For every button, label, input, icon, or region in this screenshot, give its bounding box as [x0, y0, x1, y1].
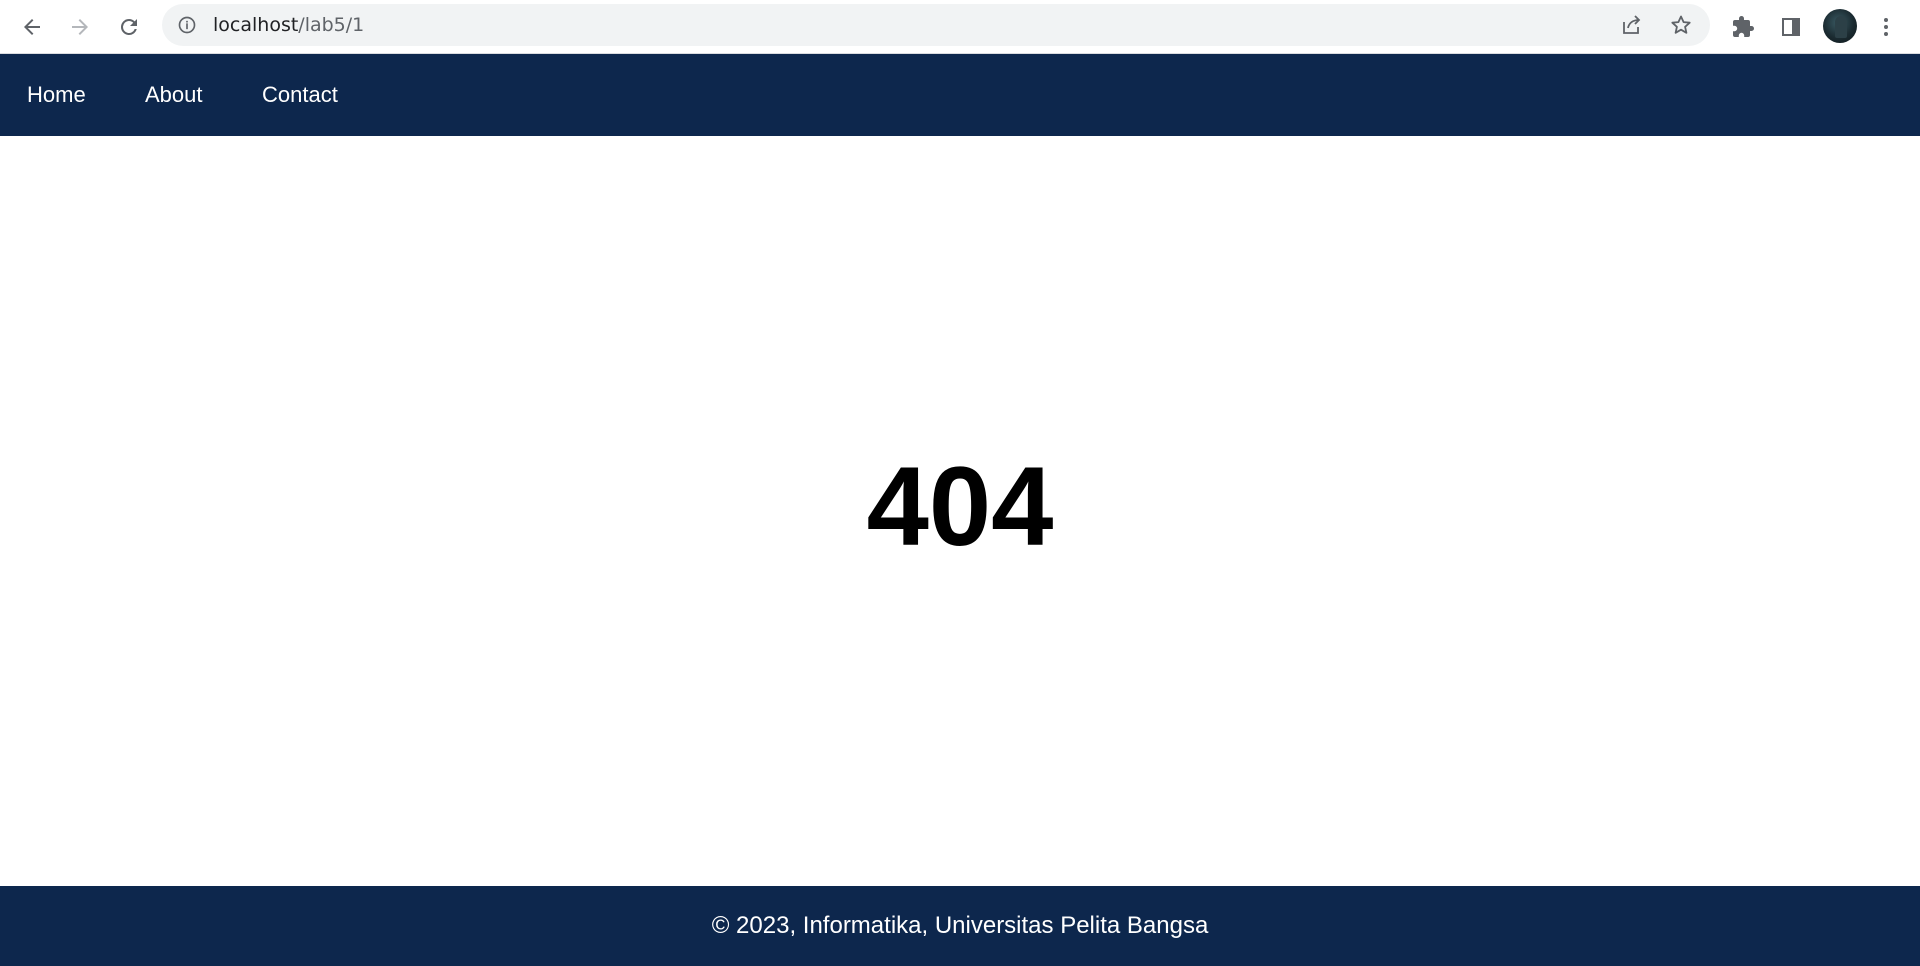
star-icon[interactable]	[1662, 6, 1700, 44]
site-footer: © 2023, Informatika, Universitas Pelita …	[0, 886, 1920, 966]
nav-contact-link[interactable]: Contact	[262, 54, 338, 136]
side-panel-icon	[1782, 18, 1800, 36]
footer-copyright: © 2023, Informatika, Universitas Pelita …	[711, 912, 1209, 939]
forward-button[interactable]	[60, 7, 100, 47]
url-path: /lab5/1	[298, 14, 365, 36]
avatar-figure	[1835, 16, 1847, 38]
reload-icon	[121, 18, 137, 35]
share-icon[interactable]	[1612, 6, 1650, 44]
side-panel-button[interactable]	[1771, 7, 1811, 47]
reload-button[interactable]	[109, 7, 149, 47]
arrow-right-icon	[72, 19, 88, 35]
site-nav: Home About Contact	[0, 54, 1920, 136]
address-bar[interactable]: localhost/lab5/1	[162, 4, 1710, 46]
main-content: 404	[0, 136, 1920, 886]
url-text[interactable]: localhost/lab5/1	[213, 4, 364, 46]
menu-button[interactable]	[1866, 7, 1906, 47]
back-button[interactable]	[12, 7, 52, 47]
nav-about-link[interactable]: About	[145, 54, 203, 136]
puzzle-icon	[1733, 16, 1754, 37]
info-icon[interactable]	[176, 14, 198, 36]
kebab-menu-icon	[1884, 18, 1888, 36]
browser-toolbar: localhost/lab5/1	[0, 0, 1920, 54]
extensions-button[interactable]	[1723, 7, 1763, 47]
arrow-left-icon	[24, 19, 40, 35]
url-host: localhost	[213, 14, 299, 36]
profile-avatar[interactable]	[1823, 9, 1857, 43]
error-code-heading: 404	[866, 444, 1054, 569]
nav-home-link[interactable]: Home	[27, 54, 86, 136]
